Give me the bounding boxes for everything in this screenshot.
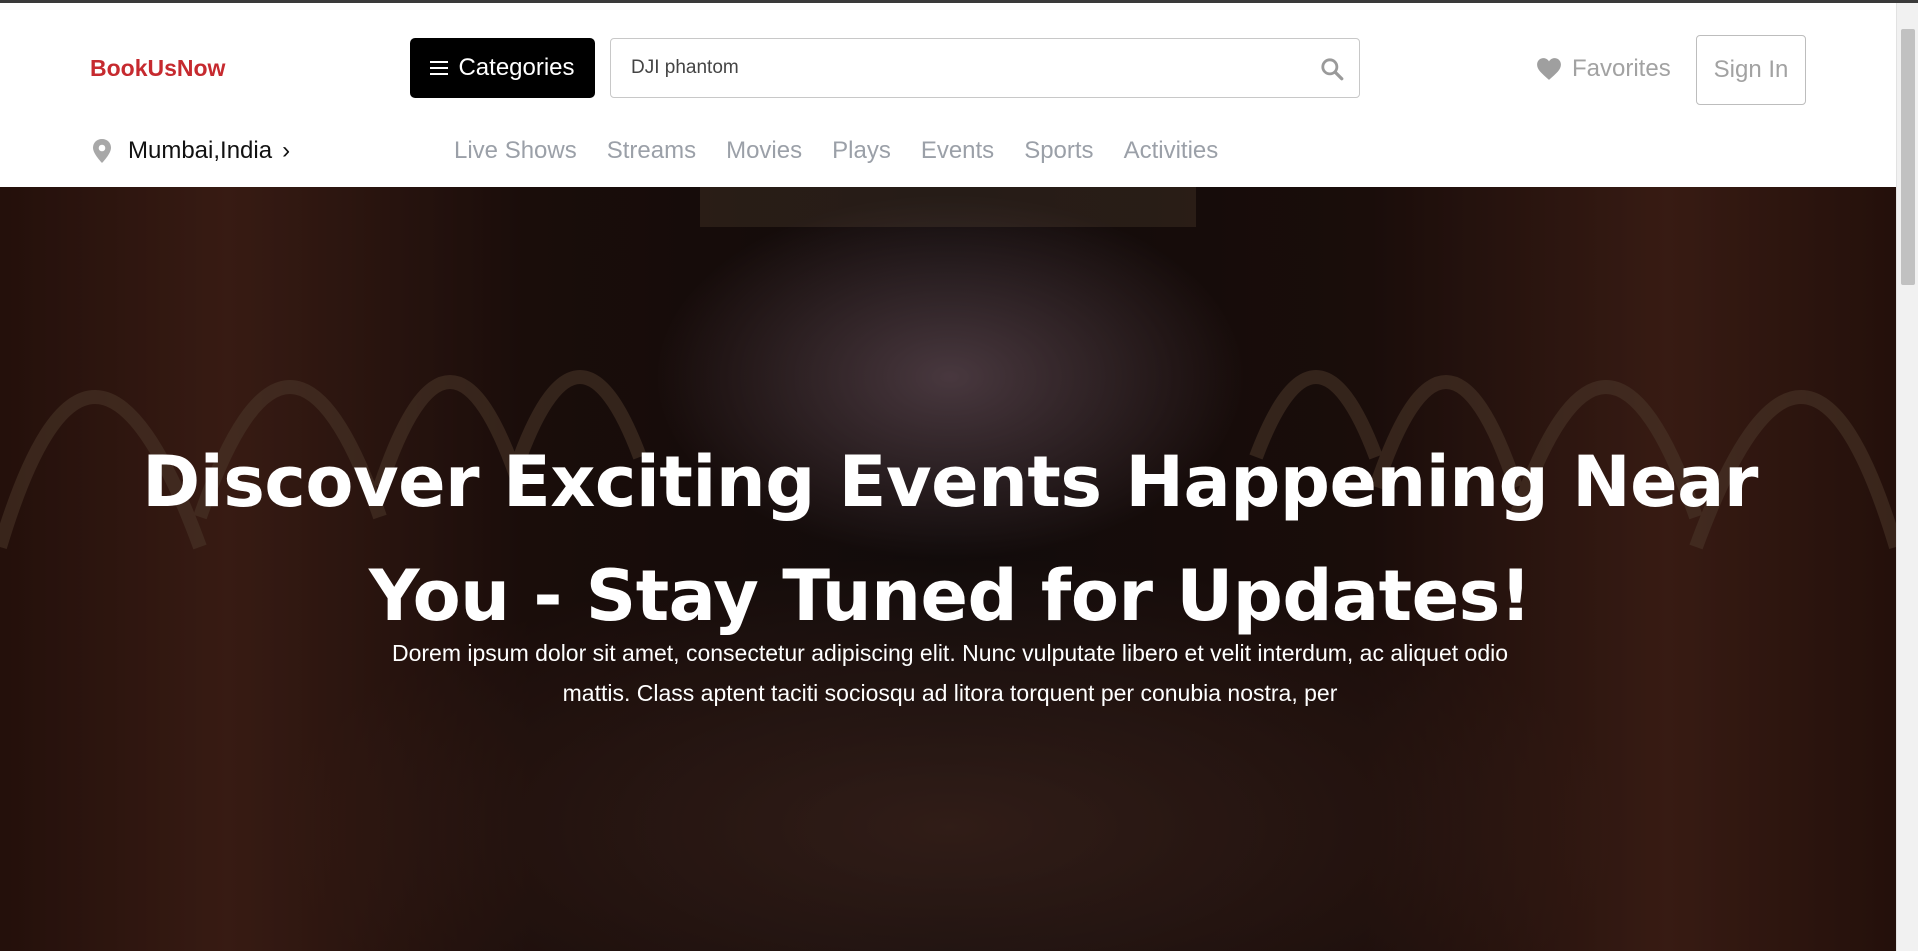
location-label: Mumbai,India	[128, 137, 273, 164]
categories-button-label: Categories	[458, 54, 575, 81]
category-nav: Live Shows Streams Movies Plays Events S…	[454, 137, 1218, 165]
page-scrollbar[interactable]	[1896, 3, 1918, 951]
hero-subtitle: Dorem ipsum dolor sit amet, consectetur …	[391, 640, 1509, 706]
hero-title: Discover Exciting Events Happening Near …	[130, 425, 1770, 653]
chevron-right-icon: ›	[282, 137, 291, 164]
nav-item-activities[interactable]: Activities	[1124, 137, 1219, 165]
nav-item-movies[interactable]: Movies	[726, 137, 802, 165]
nav-item-sports[interactable]: Sports	[1024, 137, 1093, 165]
categories-button[interactable]: Categories	[410, 38, 595, 98]
favorites-link[interactable]: Favorites	[1536, 55, 1671, 83]
hero-title-line-1: Discover Exciting Events Happening Near	[142, 441, 1758, 523]
menu-icon	[430, 61, 449, 75]
search-bar	[610, 38, 1360, 98]
search-icon[interactable]	[1319, 56, 1345, 82]
nav-item-streams[interactable]: Streams	[607, 137, 696, 165]
hero-title-line-2: You - Stay Tuned for Updates!	[368, 555, 1532, 637]
heart-icon	[1537, 58, 1561, 80]
hero-banner: Discover Exciting Events Happening Near …	[0, 187, 1896, 951]
brand-logo[interactable]: BookUsNow	[90, 55, 225, 82]
map-pin-icon	[93, 139, 111, 163]
site-header: BookUsNow Categories Favorites Sign In M…	[0, 3, 1896, 187]
search-input[interactable]	[631, 39, 1291, 97]
nav-item-plays[interactable]: Plays	[832, 137, 891, 165]
sign-in-button[interactable]: Sign In	[1696, 35, 1806, 105]
nav-item-events[interactable]: Events	[921, 137, 994, 165]
nav-item-live-shows[interactable]: Live Shows	[454, 137, 577, 165]
scrollbar-thumb[interactable]	[1901, 29, 1915, 285]
location-selector[interactable]: Mumbai,India ›	[90, 137, 290, 165]
favorites-label: Favorites	[1572, 55, 1671, 82]
